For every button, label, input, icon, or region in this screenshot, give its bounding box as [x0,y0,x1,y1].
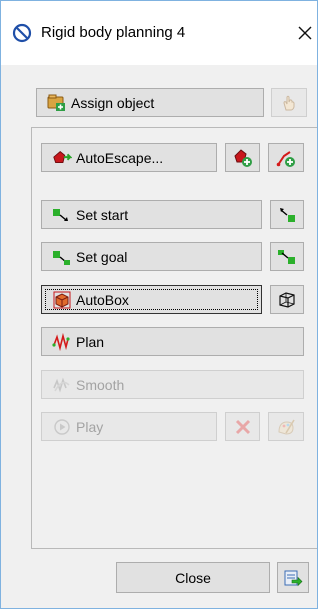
close-icon[interactable] [293,21,317,45]
autobox-label: AutoBox [76,291,129,308]
autoescape-icon [52,148,72,168]
assign-object-button[interactable]: Assign object [36,88,264,117]
delete-path-button[interactable] [225,412,260,441]
add-escape-button[interactable] [225,143,260,172]
play-label: Play [76,418,104,435]
assign-object-icon [47,93,67,113]
set-goal-label: Set goal [76,248,128,265]
autoescape-label: AutoEscape... [76,149,164,166]
autobox-button[interactable]: AutoBox [41,285,262,314]
paint-icon [276,417,296,437]
plan-button[interactable]: Plan [41,327,304,356]
goto-goal-button[interactable] [270,242,304,271]
play-button[interactable]: Play [41,412,217,441]
plan-label: Plan [76,333,105,350]
export-icon [283,568,303,588]
smooth-label: Smooth [76,376,125,393]
goto-start-button[interactable] [270,200,304,229]
delete-icon [233,417,253,437]
add-path-button[interactable] [268,143,304,172]
set-start-label: Set start [76,206,129,223]
box-wireframe-icon [277,290,297,310]
smooth-button[interactable]: Smooth [41,370,304,399]
title-bar[interactable]: Rigid body planning 4 [1,1,317,65]
autoescape-button[interactable]: AutoEscape... [41,143,217,172]
set-start-button[interactable]: Set start [41,200,262,229]
export-button[interactable] [277,562,309,593]
set-start-icon [52,205,72,225]
box-wireframe-button[interactable] [270,285,304,314]
window-title: Rigid body planning 4 [41,24,186,41]
close-button[interactable]: Close [116,562,270,593]
plan-icon [52,332,72,352]
hand-pointer-icon [279,93,299,113]
goto-goal-icon [277,247,297,267]
play-icon [52,417,72,437]
add-path-icon [276,148,296,168]
goto-start-icon [277,205,297,225]
paint-path-button[interactable] [268,412,304,441]
assign-object-label: Assign object [71,94,155,111]
set-goal-icon [52,247,72,267]
close-label: Close [175,569,211,586]
pick-object-button[interactable] [271,88,307,117]
smooth-icon [52,375,72,395]
add-escape-icon [233,148,253,168]
autobox-icon [52,290,72,310]
no-entry-icon [12,23,32,43]
set-goal-button[interactable]: Set goal [41,242,262,271]
dialog-window: Rigid body planning 4 Assign object Auto… [0,0,318,609]
